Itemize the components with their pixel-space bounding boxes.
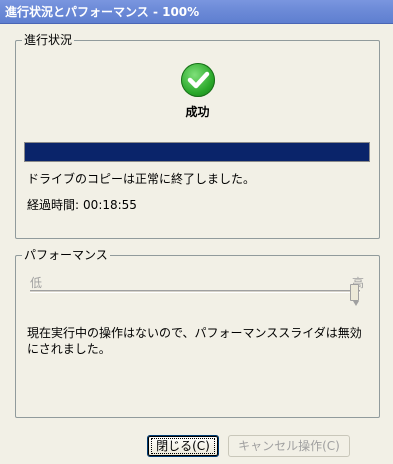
close-button[interactable]: 閉じる(C) [147, 435, 219, 457]
performance-group: パフォーマンス 低 高 現在実行中の操作はないので、パフォーマンススライダは無効… [15, 248, 380, 418]
performance-group-title: パフォーマンス [22, 248, 110, 262]
elapsed-time: 経過時間: 00:18:55 [27, 196, 141, 213]
window-title: 進行状況とパフォーマンス - 100% [5, 5, 200, 19]
progress-group-title: 進行状況 [22, 33, 75, 47]
elapsed-label: 経過時間: [27, 198, 80, 212]
performance-slider-track[interactable] [30, 290, 360, 293]
progress-bar [24, 142, 370, 162]
cancel-operation-button[interactable]: キャンセル操作(C) [228, 435, 350, 457]
performance-message: 現在実行中の操作はないので、パフォーマンススライダは無効にされました。 [27, 326, 362, 356]
success-check-icon [181, 63, 215, 97]
progress-group: 進行状況 成功 ドライブのコピーは正常に終了しました。 経過時間: 00:18:5… [15, 33, 380, 239]
window-title-bar[interactable]: 進行状況とパフォーマンス - 100% [0, 0, 393, 24]
completion-message: ドライブのコピーは正常に終了しました。 [27, 172, 256, 186]
slider-low-label: 低 [30, 276, 43, 290]
progress-bar-fill [25, 143, 369, 161]
close-button-label: 閉じる(C) [151, 438, 215, 454]
performance-slider-thumb[interactable] [350, 284, 359, 306]
elapsed-value: 00:18:55 [83, 198, 137, 212]
dialog-body: 進行状況 成功 ドライブのコピーは正常に終了しました。 経過時間: 00:18:5… [0, 24, 393, 464]
cancel-button-label: キャンセル操作(C) [238, 439, 340, 453]
status-text: 成功 [185, 105, 210, 119]
